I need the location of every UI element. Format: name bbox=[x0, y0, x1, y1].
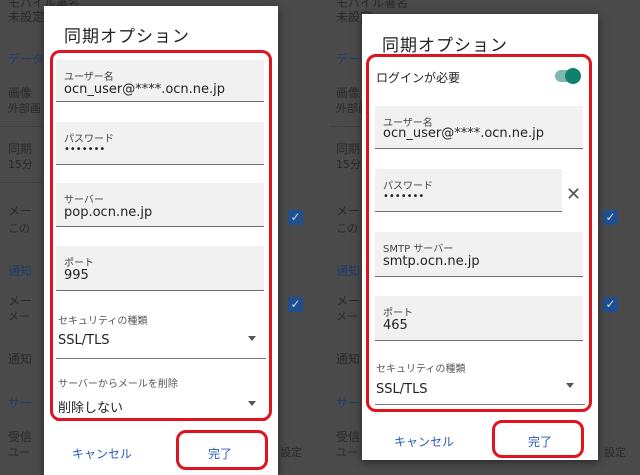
bg-checkbox: ✓ bbox=[603, 210, 618, 225]
bg-text: 画像 bbox=[8, 86, 33, 100]
bg-checkbox: ✓ bbox=[288, 297, 303, 312]
bg-text: 未設定 bbox=[8, 10, 45, 24]
highlight-frame-left-fields bbox=[50, 50, 272, 421]
bg-text: メー bbox=[336, 310, 358, 323]
bg-text: メー bbox=[8, 310, 30, 323]
bg-text: メー bbox=[336, 294, 361, 308]
bg-divider bbox=[330, 126, 360, 127]
bg-text: データ bbox=[8, 52, 45, 66]
bg-text: 外部画 bbox=[8, 102, 41, 115]
bg-text: この bbox=[336, 222, 358, 235]
bg-text: 設定 bbox=[604, 446, 626, 459]
bg-text: 15分 bbox=[336, 158, 361, 171]
bg-divider bbox=[0, 182, 50, 183]
bg-text: 受信 bbox=[8, 430, 33, 444]
bg-text: 通知 bbox=[8, 264, 33, 278]
bg-text: 通知 bbox=[336, 352, 361, 366]
highlight-frame-right-done bbox=[492, 420, 584, 458]
cancel-button[interactable]: キャンセル bbox=[72, 445, 132, 462]
bg-text: 通知 bbox=[336, 264, 361, 278]
bg-text: 受信 bbox=[336, 430, 361, 444]
bg-text: 設定 bbox=[280, 446, 302, 459]
bg-text: サー bbox=[8, 396, 33, 410]
bg-text: サー bbox=[336, 396, 361, 410]
dialog-title: 同期オプション bbox=[382, 36, 508, 56]
bg-checkbox: ✓ bbox=[288, 210, 303, 225]
bg-text: 画像 bbox=[336, 86, 361, 100]
bg-text: メー bbox=[8, 294, 33, 308]
bg-text: メー bbox=[8, 204, 33, 218]
bg-text: 15分 bbox=[8, 158, 33, 171]
bg-text: この bbox=[8, 222, 30, 235]
cancel-button[interactable]: キャンセル bbox=[394, 433, 454, 450]
dialog-title: 同期オプション bbox=[64, 27, 190, 47]
bg-divider bbox=[0, 126, 50, 127]
bg-text: メー bbox=[336, 204, 361, 218]
highlight-frame-right-fields bbox=[366, 54, 592, 412]
bg-text: 同期 bbox=[336, 142, 361, 156]
bg-text: 通知 bbox=[8, 352, 33, 366]
bg-text: 同期 bbox=[8, 142, 33, 156]
highlight-frame-left-done bbox=[176, 430, 268, 470]
bg-text: ユー bbox=[8, 446, 30, 459]
bg-text: ユー bbox=[336, 446, 358, 459]
bg-checkbox: ✓ bbox=[603, 297, 618, 312]
